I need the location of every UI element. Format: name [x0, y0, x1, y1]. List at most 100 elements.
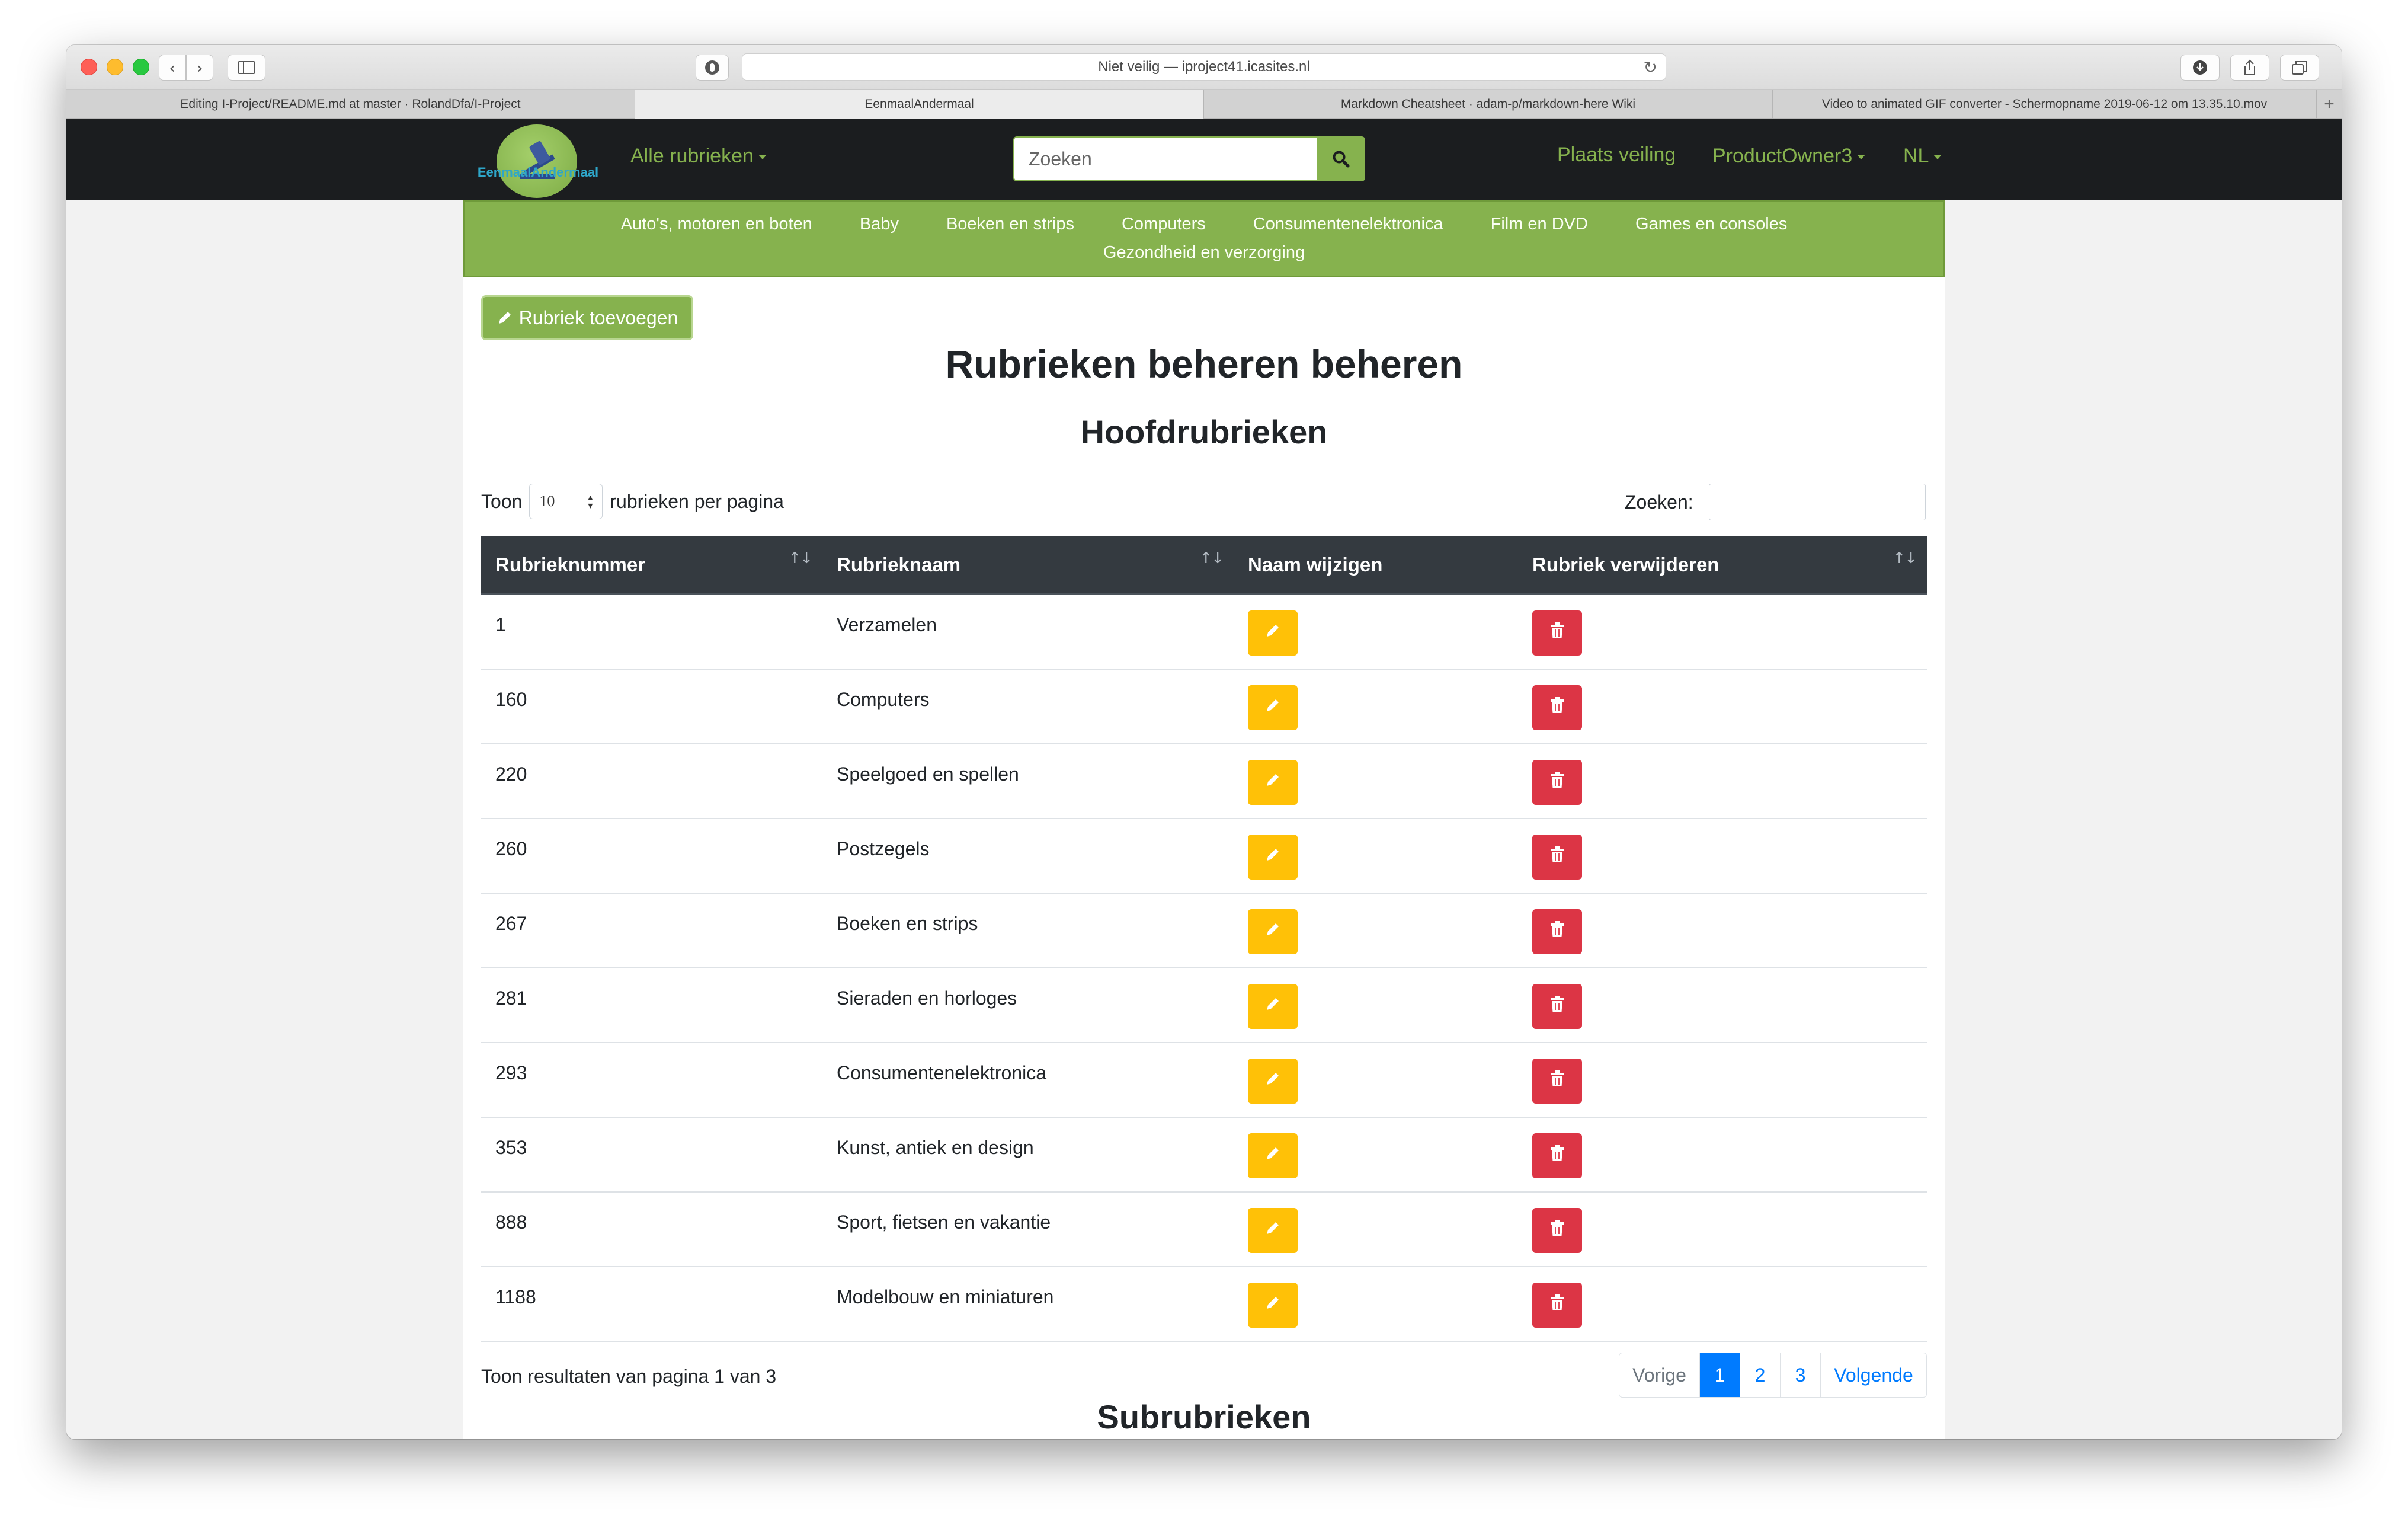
site-search-button[interactable] [1317, 136, 1365, 181]
edit-name-button[interactable] [1248, 1208, 1298, 1253]
edit-name-button[interactable] [1248, 1133, 1298, 1178]
edit-cell [1234, 595, 1518, 669]
category-link[interactable]: Baby [860, 212, 899, 241]
category-link[interactable]: Gezondheid en verzorging [1103, 241, 1305, 269]
category-link[interactable]: Games en consoles [1635, 212, 1787, 241]
address-bar[interactable]: Niet veilig — iproject41.icasites.nl ↻ [742, 53, 1666, 81]
pagination-previous[interactable]: Vorige [1619, 1353, 1700, 1397]
category-number: 281 [495, 987, 527, 1009]
tab-overview-button[interactable] [2280, 55, 2319, 81]
language-dropdown[interactable]: NL [1903, 145, 1942, 168]
pagination-page-2[interactable]: 2 [1740, 1353, 1781, 1397]
add-category-label: Rubriek toevoegen [518, 306, 678, 328]
category-link[interactable]: Consumentenelektronica [1253, 212, 1443, 241]
pencil-icon [1264, 1145, 1282, 1167]
category-link[interactable]: Film en DVD [1491, 212, 1588, 241]
browser-tab-active[interactable]: EenmaalAndermaal [635, 90, 1204, 119]
delete-category-button[interactable] [1532, 685, 1582, 730]
delete-category-button[interactable] [1532, 1283, 1582, 1328]
filter-label: Zoeken: [1625, 491, 1693, 513]
sort-icon: ↑↓ [1893, 549, 1917, 567]
delete-category-button[interactable] [1532, 1059, 1582, 1104]
browser-window: ‹ › Niet veilig — iproject41.icasites.nl… [66, 45, 2342, 1439]
forward-button[interactable]: › [186, 55, 213, 81]
delete-category-button[interactable] [1532, 1133, 1582, 1178]
trash-icon [1549, 920, 1565, 943]
category-link[interactable]: Boeken en strips [946, 212, 1074, 241]
edit-name-button[interactable] [1248, 909, 1298, 954]
pencil-icon [1264, 771, 1282, 794]
delete-cell [1518, 595, 1927, 669]
edit-name-button[interactable] [1248, 1283, 1298, 1328]
edit-name-button[interactable] [1248, 984, 1298, 1029]
column-label: Rubrieknummer [495, 553, 646, 576]
site-logo[interactable]: EenmaalAndermaal [467, 123, 609, 198]
table-search-input[interactable] [1708, 484, 1926, 520]
delete-category-button[interactable] [1532, 1208, 1582, 1253]
delete-category-button[interactable] [1532, 984, 1582, 1029]
category-link[interactable]: Computers [1122, 212, 1206, 241]
downloads-button[interactable] [2180, 55, 2220, 81]
trash-icon [1549, 995, 1565, 1018]
pencil-icon [1264, 920, 1282, 943]
column-header-edit: Naam wijzigen [1234, 535, 1518, 594]
edit-name-button[interactable] [1248, 610, 1298, 656]
delete-cell [1518, 1267, 1927, 1341]
browser-tab[interactable]: Markdown Cheatsheet · adam-p/markdown-he… [1204, 90, 1773, 119]
column-label: Naam wijzigen [1248, 553, 1383, 576]
place-auction-link[interactable]: Plaats veiling [1557, 143, 1676, 167]
privacy-report-button[interactable] [696, 55, 729, 81]
back-button[interactable]: ‹ [159, 55, 186, 81]
sidebar-toggle-button[interactable] [228, 55, 265, 81]
zoom-window-button[interactable] [133, 59, 149, 75]
trash-icon [1549, 1145, 1565, 1167]
column-header-delete[interactable]: Rubriek verwijderen ↑↓ [1518, 535, 1927, 594]
delete-cell [1518, 670, 1927, 743]
edit-cell [1234, 1267, 1518, 1341]
per-page-label: rubrieken per pagina [610, 490, 784, 512]
edit-name-button[interactable] [1248, 685, 1298, 730]
reload-icon[interactable]: ↻ [1644, 57, 1657, 77]
column-header-name[interactable]: Rubrieknaam ↑↓ [822, 535, 1234, 594]
trash-icon [1549, 622, 1565, 644]
close-window-button[interactable] [81, 59, 97, 75]
add-category-button[interactable]: Rubriek toevoegen [481, 295, 693, 340]
web-page: EenmaalAndermaal Alle rubrieken Plaats v… [66, 119, 2342, 1439]
pagination-page-1[interactable]: 1 [1700, 1353, 1740, 1397]
table-row: 353 Kunst, antiek en design [481, 1118, 1927, 1193]
category-link[interactable]: Auto's, motoren en boten [621, 212, 812, 241]
column-header-number[interactable]: Rubrieknummer ↑↓ [481, 535, 822, 594]
category-number: 267 [495, 913, 527, 934]
subsection-title: Subrubrieken [1097, 1398, 1311, 1436]
site-search-input[interactable] [1013, 136, 1317, 181]
table-body: 1 Verzamelen 160 Computers 220 Speelgoed en s… [481, 595, 1927, 1342]
share-button[interactable] [2230, 55, 2269, 81]
category-name: Computers [837, 689, 930, 710]
delete-category-button[interactable] [1532, 909, 1582, 954]
pencil-icon [1264, 622, 1282, 644]
table-row: 281 Sieraden en horloges [481, 968, 1927, 1043]
new-tab-button[interactable]: + [2317, 90, 2342, 119]
delete-category-button[interactable] [1532, 760, 1582, 805]
user-menu-label: ProductOwner3 [1712, 145, 1853, 167]
browser-tab[interactable]: Video to animated GIF converter - Scherm… [1773, 90, 2317, 119]
page-size-select[interactable]: 10 ▴ ▾ [529, 484, 603, 519]
edit-cell [1234, 819, 1518, 893]
delete-category-button[interactable] [1532, 835, 1582, 880]
gavel-logo-icon [497, 124, 577, 198]
sidebar-icon [238, 61, 255, 74]
minimize-window-button[interactable] [107, 59, 123, 75]
pagination-next[interactable]: Volgende [1821, 1353, 1926, 1397]
edit-name-button[interactable] [1248, 1059, 1298, 1104]
all-categories-dropdown[interactable]: Alle rubrieken [630, 145, 767, 168]
edit-name-button[interactable] [1248, 835, 1298, 880]
user-menu-dropdown[interactable]: ProductOwner3 [1712, 145, 1866, 168]
delete-category-button[interactable] [1532, 610, 1582, 656]
pagination-page-3[interactable]: 3 [1781, 1353, 1821, 1397]
edit-cell [1234, 894, 1518, 967]
edit-name-button[interactable] [1248, 760, 1298, 805]
table-row: 267 Boeken en strips [481, 894, 1927, 968]
pencil-icon [1264, 1294, 1282, 1316]
category-bar: Auto's, motoren en boten Baby Boeken en … [463, 200, 1945, 277]
browser-tab[interactable]: Editing I-Project/README.md at master · … [66, 90, 635, 119]
